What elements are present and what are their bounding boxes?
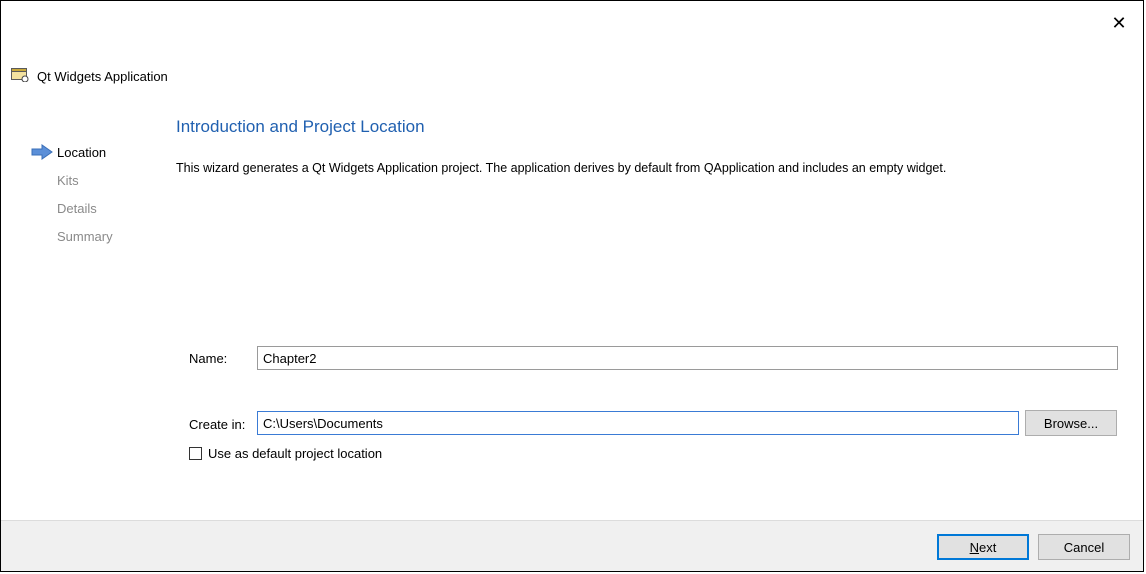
step-kits: Kits bbox=[31, 166, 161, 194]
page-description: This wizard generates a Qt Widgets Appli… bbox=[176, 161, 947, 175]
default-location-label: Use as default project location bbox=[208, 446, 383, 461]
qt-app-icon bbox=[11, 67, 29, 85]
step-location: Location bbox=[31, 138, 161, 166]
wizard-header: Qt Widgets Application bbox=[11, 65, 168, 87]
wizard-title: Qt Widgets Application bbox=[37, 68, 168, 84]
create-in-label: Create in: bbox=[189, 417, 246, 432]
close-button[interactable]: ✕ bbox=[1101, 5, 1137, 41]
step-summary: Summary bbox=[31, 222, 161, 250]
name-input[interactable] bbox=[257, 346, 1118, 370]
wizard-steps: Location Kits Details Summary bbox=[31, 138, 161, 250]
browse-button[interactable]: Browse... bbox=[1025, 410, 1117, 436]
wizard-window: ✕ Qt Widgets Application Location Kits D… bbox=[0, 0, 1144, 572]
step-details: Details bbox=[31, 194, 161, 222]
step-label: Summary bbox=[57, 228, 113, 244]
name-label: Name: bbox=[189, 351, 228, 366]
wizard-footer: Next Cancel bbox=[1, 520, 1143, 571]
page-title: Introduction and Project Location bbox=[176, 117, 425, 136]
close-icon: ✕ bbox=[1111, 12, 1127, 34]
next-mnemonic: N bbox=[969, 539, 980, 555]
step-label: Details bbox=[57, 200, 97, 216]
step-label: Kits bbox=[57, 172, 79, 188]
create-in-input[interactable] bbox=[257, 411, 1019, 435]
arrow-right-icon bbox=[31, 144, 53, 160]
cancel-button[interactable]: Cancel bbox=[1038, 534, 1130, 560]
default-location-option[interactable]: Use as default project location bbox=[189, 446, 382, 461]
next-label-rest: ext bbox=[979, 539, 997, 555]
next-button[interactable]: Next bbox=[937, 534, 1029, 560]
step-label: Location bbox=[57, 144, 107, 160]
title-bar: ✕ bbox=[1, 1, 1143, 49]
default-location-checkbox[interactable] bbox=[189, 447, 202, 460]
